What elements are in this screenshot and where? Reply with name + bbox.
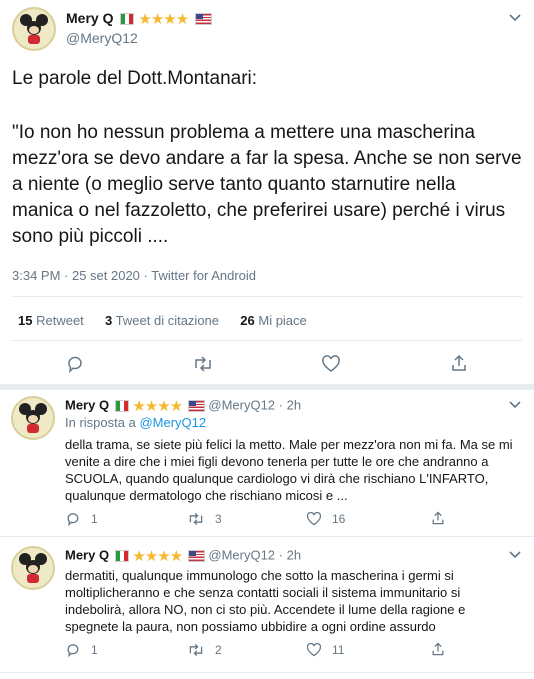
quotes-stat[interactable]: 3 Tweet di citazione	[105, 313, 219, 328]
stars-icon: ★★★★	[138, 11, 189, 28]
reply-count: 1	[91, 643, 98, 657]
divider	[12, 340, 522, 341]
chevron-down-icon[interactable]	[508, 10, 522, 27]
retweet-icon[interactable]	[187, 511, 205, 527]
likes-stat[interactable]: 26 Mi piace	[240, 313, 307, 328]
author-handle[interactable]: @MeryQ12	[66, 30, 138, 46]
author-name[interactable]: Mery Q	[66, 10, 113, 26]
reply-icon[interactable]	[65, 354, 85, 374]
reply-icon[interactable]	[65, 511, 81, 527]
like-icon[interactable]	[306, 642, 322, 658]
reply-icon[interactable]	[65, 642, 81, 658]
retweet-action[interactable]: 2	[187, 642, 222, 658]
author-name[interactable]: Mery Q	[65, 547, 109, 562]
reply-action[interactable]: 1	[65, 511, 98, 527]
divider	[12, 296, 522, 297]
chevron-down-icon[interactable]	[508, 547, 522, 564]
reply-header: Mery Q ★★★★ @MeryQ12 · 2h	[65, 547, 301, 565]
tweet-text-intro: Le parole del Dott.Montanari:	[12, 68, 258, 89]
reply-action[interactable]: 1	[65, 642, 98, 658]
author-handle[interactable]: @MeryQ12	[208, 397, 275, 412]
like-icon[interactable]	[321, 354, 341, 374]
italy-flag-icon	[119, 13, 134, 25]
reply-time[interactable]: · 2h	[279, 547, 301, 562]
avatar[interactable]	[11, 546, 55, 590]
share-icon[interactable]	[449, 353, 469, 373]
replying-to: In risposta a @MeryQ12	[65, 415, 207, 430]
retweet-count: 3	[215, 512, 222, 526]
like-action[interactable]: 11	[306, 642, 344, 658]
italy-flag-icon	[114, 400, 129, 412]
tweet-text-quote: "Io non ho nessun problema a mettere una…	[12, 122, 527, 247]
stars-icon: ★★★★	[132, 548, 183, 565]
retweet-count: 2	[215, 643, 222, 657]
divider	[0, 672, 534, 673]
retweet-icon[interactable]	[187, 642, 205, 658]
us-flag-icon	[194, 13, 212, 25]
mickey-avatar-icon	[19, 553, 47, 583]
retweet-icon[interactable]	[192, 354, 214, 374]
tweet-stats: 15 Retweet 3 Tweet di citazione 26 Mi pi…	[18, 313, 307, 328]
like-icon[interactable]	[306, 511, 322, 527]
section-separator	[0, 384, 534, 390]
reply-text: dermatiti, qualunque immunologo che sott…	[65, 568, 466, 634]
mickey-avatar-icon	[20, 14, 48, 44]
tweet-timestamp[interactable]: 3:34 PM · 25 set 2020 · Twitter for Andr…	[12, 268, 256, 283]
stars-icon: ★★★★	[132, 398, 183, 415]
like-count: 16	[332, 512, 346, 526]
replying-to-handle[interactable]: @MeryQ12	[139, 415, 206, 430]
us-flag-icon	[187, 400, 205, 412]
retweets-stat[interactable]: 15 Retweet	[18, 313, 84, 328]
reply-text: della trama, se siete più felici la mett…	[65, 437, 513, 503]
like-action[interactable]: 16	[306, 511, 345, 527]
avatar[interactable]	[12, 7, 56, 51]
us-flag-icon	[187, 550, 205, 562]
share-icon[interactable]	[430, 641, 446, 657]
reply-count: 1	[91, 512, 98, 526]
reply-time[interactable]: · 2h	[279, 397, 301, 412]
mickey-avatar-icon	[19, 403, 47, 433]
like-count: 11	[332, 643, 345, 657]
divider	[0, 536, 534, 537]
avatar[interactable]	[11, 396, 55, 440]
italy-flag-icon	[114, 550, 129, 562]
share-icon[interactable]	[430, 510, 446, 526]
chevron-down-icon[interactable]	[508, 397, 522, 414]
retweet-action[interactable]: 3	[187, 511, 222, 527]
reply-header: Mery Q ★★★★ @MeryQ12 · 2h	[65, 397, 301, 415]
author-row: Mery Q ★★★★	[66, 10, 212, 28]
author-handle[interactable]: @MeryQ12	[208, 547, 275, 562]
author-name[interactable]: Mery Q	[65, 397, 109, 412]
